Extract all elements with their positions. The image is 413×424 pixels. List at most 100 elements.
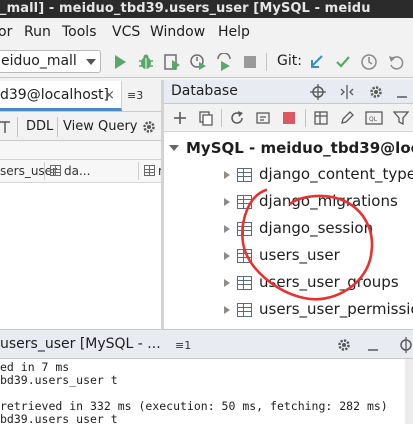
table-icon [237, 249, 252, 263]
menu-run[interactable]: Run [24, 24, 51, 40]
ddl-button[interactable]: DDL [26, 119, 53, 134]
chevron-right-icon[interactable] [224, 225, 230, 233]
add-icon[interactable] [172, 110, 188, 126]
connection-label: MySQL - meiduo_tbd39@localhost [186, 139, 413, 157]
minimize-icon[interactable] [366, 339, 380, 353]
chevron-right-icon[interactable] [224, 306, 230, 314]
menu-bar: or Run Tools VCS Window Help [0, 18, 413, 46]
grid-column-header[interactable]: da... [50, 164, 90, 178]
sql-console-icon[interactable]: QL [365, 110, 383, 126]
table-name: users_user [259, 246, 340, 264]
menu-vcs[interactable]: VCS [112, 24, 140, 40]
gear-icon[interactable] [368, 84, 384, 100]
table-icon [237, 303, 252, 317]
output-scrollbar[interactable] [405, 359, 413, 424]
editor-tab-strip: d39@localhost] × ≡3 [0, 80, 161, 112]
toolbar-separator [17, 117, 18, 137]
table-name: django_session [259, 219, 374, 237]
toolbar-separator [305, 109, 306, 127]
refresh-icon[interactable] [229, 110, 245, 126]
window-title-bar: _mall] - meiduo_tbd39.users_user [MySQL … [0, 0, 413, 18]
output-line: retrieved in 332 ms (execution: 50 ms, f… [0, 399, 388, 413]
console-tab[interactable]: d39@localhost] × [0, 81, 122, 111]
table-icon [237, 168, 252, 182]
history-icon[interactable] [360, 53, 378, 71]
table-name: users_user_permissions [259, 300, 413, 318]
split-icon[interactable] [339, 84, 355, 100]
git-update-icon[interactable] [308, 53, 326, 71]
menu-tools[interactable]: Tools [62, 24, 97, 40]
grid-spacer [0, 141, 161, 159]
result-grid-body [0, 183, 161, 329]
menu-help[interactable]: Help [218, 24, 250, 40]
table-node[interactable]: django_content_type [164, 162, 413, 188]
table-icon [237, 222, 252, 236]
git-label: Git: [277, 53, 302, 69]
table-node[interactable]: users_user_permissions [164, 297, 413, 323]
chevron-right-icon[interactable] [224, 279, 230, 287]
grid-column-header[interactable]: sers_user [0, 164, 57, 178]
chevron-right-icon[interactable] [224, 171, 230, 179]
stop-icon[interactable] [281, 110, 297, 126]
run-tab-label[interactable]: users_user [MySQL - ... [0, 336, 161, 352]
menu-window[interactable]: Window [150, 24, 205, 40]
column-icon [144, 165, 155, 176]
attach-debugger-icon[interactable] [215, 53, 233, 71]
database-panel-title: Database [171, 83, 238, 99]
connection-node[interactable]: MySQL - meiduo_tbd39@localhost [164, 138, 413, 160]
run-icon[interactable] [111, 53, 129, 71]
filter-icon[interactable] [393, 110, 409, 126]
menu-refactor[interactable]: or [0, 24, 12, 40]
table-node[interactable]: django_migrations [164, 189, 413, 215]
table-icon [237, 276, 252, 290]
output-line: bd39.users_user t [0, 412, 118, 424]
git-commit-icon[interactable] [334, 53, 352, 71]
database-panel-header: Database [164, 80, 413, 104]
table-node[interactable]: users_user [164, 243, 413, 269]
sync-settings-icon[interactable] [255, 110, 271, 126]
gear-icon[interactable] [141, 119, 157, 135]
tab-list-indicator[interactable]: ≡1 [175, 339, 191, 352]
copy-icon[interactable] [198, 110, 214, 126]
debug-icon[interactable] [137, 53, 155, 71]
table-name: django_migrations [259, 192, 398, 210]
toolbar-separator [266, 53, 267, 71]
table-view-icon[interactable] [313, 110, 329, 126]
chevron-right-icon[interactable] [224, 198, 230, 206]
minimize-icon[interactable] [395, 86, 409, 100]
run-configuration-label: eiduo_mall [1, 53, 77, 69]
edit-icon[interactable] [339, 110, 355, 126]
column-separator [44, 162, 45, 180]
column-icon [50, 165, 61, 176]
table-node[interactable]: users_user_groups [164, 270, 413, 296]
table-icon [237, 195, 252, 209]
toolbar-separator [221, 109, 222, 127]
database-tree: MySQL - meiduo_tbd39@localhost django_co… [164, 132, 413, 329]
result-toolbar: DDL View Query [0, 113, 161, 141]
run-configuration-selector[interactable]: eiduo_mall [0, 50, 101, 73]
output-line: bd39.users_user t [0, 373, 118, 387]
run-with-coverage-icon[interactable] [163, 53, 181, 71]
table-name: users_user_groups [259, 273, 399, 291]
tx-icon[interactable] [0, 120, 12, 134]
run-output: ed in 7 ms bd39.users_user t retrieved in … [0, 359, 413, 424]
svg-text:QL: QL [369, 116, 378, 123]
rollback-icon[interactable] [387, 53, 405, 71]
close-icon[interactable]: × [104, 88, 115, 103]
crosshair-icon[interactable] [310, 84, 326, 100]
profile-icon[interactable] [189, 53, 207, 71]
output-line: ed in 7 ms [0, 360, 70, 374]
gear-icon[interactable] [336, 337, 352, 353]
chevron-right-icon[interactable] [224, 252, 230, 260]
stop-icon[interactable] [241, 53, 259, 71]
chevron-down-icon [169, 145, 179, 151]
crosshair-icon[interactable] [398, 337, 413, 353]
window-title: _mall] - meiduo_tbd39.users_user [MySQL … [0, 1, 371, 16]
view-query-button[interactable]: View Query [63, 119, 138, 134]
table-node[interactable]: django_session [164, 216, 413, 242]
column-separator [138, 162, 139, 180]
chevron-down-icon [86, 59, 96, 65]
result-grid-header: sers_user da... m [0, 159, 170, 183]
main-toolbar: eiduo_mall Git: [0, 46, 413, 78]
tab-list-indicator[interactable]: ≡3 [127, 89, 143, 102]
